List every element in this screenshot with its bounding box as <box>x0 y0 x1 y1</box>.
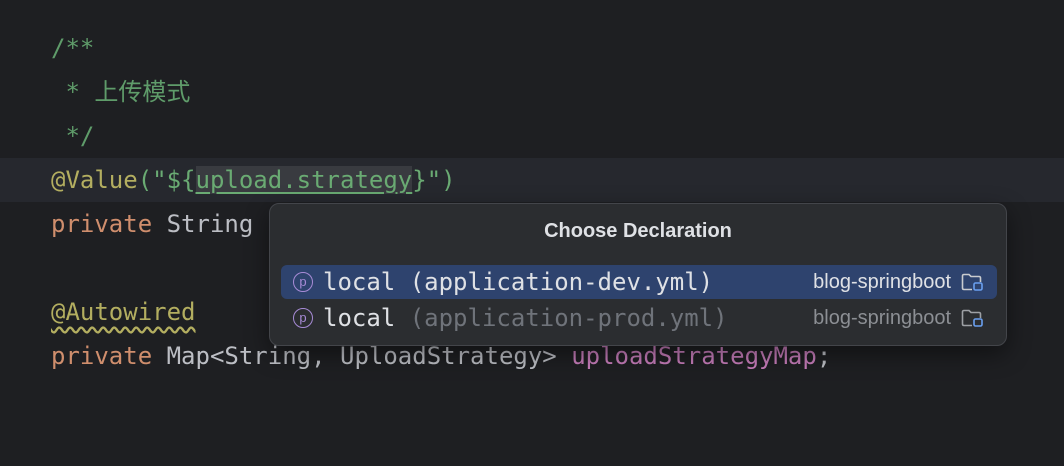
value-annotation: @Value <box>51 166 138 194</box>
declaration-file: (application-dev.yml) <box>395 268 714 296</box>
code-line-comment-open: /** <box>0 26 1064 70</box>
module-folder-icon <box>961 309 983 327</box>
comment-open: /** <box>51 34 95 62</box>
comment-close: */ <box>51 122 95 150</box>
declaration-name: local <box>323 304 396 332</box>
declaration-item-prod[interactable]: p local (application-prod.yml) blog-spri… <box>281 301 997 335</box>
map-type: Map<String, UploadStrategy> <box>152 342 572 370</box>
private-keyword: private <box>51 210 153 238</box>
property-icon: p <box>293 308 313 328</box>
module-name: blog-springboot <box>813 271 951 293</box>
module-name: blog-springboot <box>813 307 951 329</box>
field-name: uploadStrategyMap <box>571 342 817 370</box>
value-prefix: ("${ <box>137 166 196 194</box>
autowired-annotation[interactable]: @Autowired <box>51 298 196 326</box>
choose-declaration-popup: Choose Declaration p local (application-… <box>269 203 1007 346</box>
string-type: String <box>152 210 254 238</box>
declaration-item-dev[interactable]: p local (application-dev.yml) blog-sprin… <box>281 265 997 299</box>
popup-title: Choose Declaration <box>544 220 732 242</box>
declaration-name: local <box>323 268 396 296</box>
code-line-value-annotation[interactable]: @Value("${upload.strategy}") <box>0 158 1064 202</box>
comment-text: 上传模式 <box>94 78 191 106</box>
code-line-comment-close: */ <box>0 114 1064 158</box>
comment-star: * <box>51 78 95 106</box>
code-line-comment-text: * 上传模式 <box>0 70 1064 114</box>
semicolon: ; <box>816 342 832 370</box>
declaration-file: (application-prod.yml) <box>395 304 728 332</box>
module-folder-icon <box>961 273 983 291</box>
value-suffix: }") <box>412 166 456 194</box>
property-key-reference[interactable]: upload.strategy <box>195 166 413 194</box>
private-keyword-2: private <box>51 342 153 370</box>
property-icon: p <box>293 272 313 292</box>
